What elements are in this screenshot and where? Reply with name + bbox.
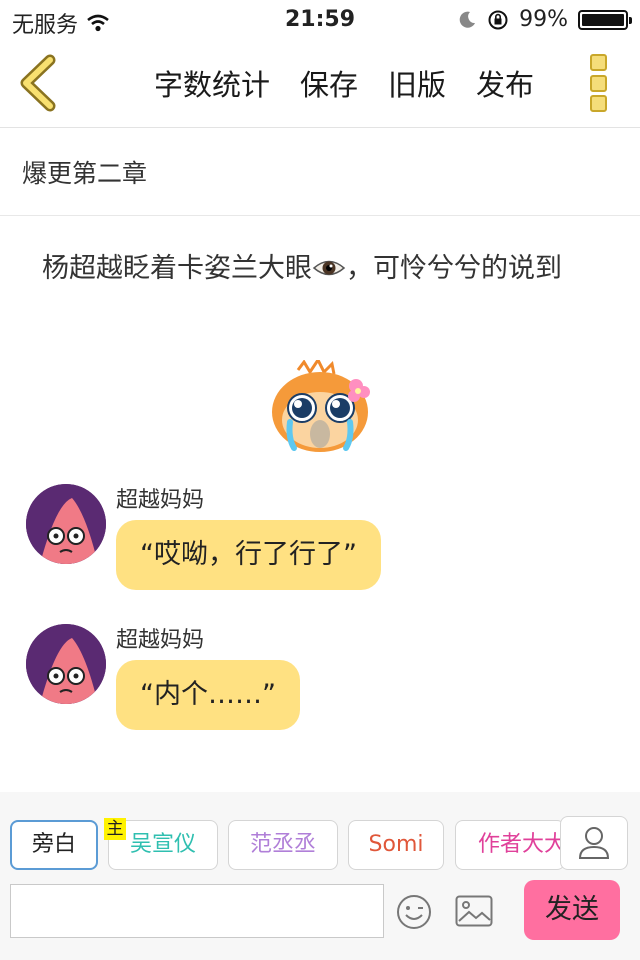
- narration-text[interactable]: 杨超越眨着卡姿兰大眼 ，可怜兮兮的说到: [42, 250, 602, 288]
- sender-name: 超越妈妈: [116, 488, 205, 513]
- old-version-button[interactable]: 旧版: [388, 62, 446, 104]
- nav-actions: 字数统计 保存 旧版 发布: [154, 62, 534, 104]
- moon-icon: [459, 11, 476, 28]
- dot: [590, 95, 607, 112]
- chevron-left-icon[interactable]: [14, 54, 66, 112]
- message-bubble[interactable]: “哎呦，行了行了”: [116, 520, 381, 590]
- crying-cute-sticker: [272, 360, 370, 452]
- battery-icon: [578, 9, 632, 30]
- orientation-lock-icon: [488, 10, 508, 29]
- publish-button[interactable]: 发布: [476, 62, 534, 104]
- avatar[interactable]: [26, 624, 106, 704]
- message-input[interactable]: [10, 884, 384, 938]
- chapter-header[interactable]: 爆更第二章: [0, 128, 640, 216]
- word-count-button[interactable]: 字数统计: [154, 62, 270, 104]
- vertical-dots-icon[interactable]: [590, 54, 612, 112]
- battery-percent: 99%: [519, 7, 568, 32]
- role-label: Somi: [368, 832, 424, 857]
- emoji-icon[interactable]: [396, 894, 432, 930]
- save-button[interactable]: 保存: [300, 62, 358, 104]
- role-tab-somi[interactable]: Somi: [348, 820, 444, 870]
- composer-panel: 旁白 吴宣仪 主 范丞丞 Somi 作者大大 发送: [0, 792, 640, 960]
- role-label: 旁白: [31, 832, 76, 857]
- nav-bar: 字数统计 保存 旧版 发布: [0, 40, 640, 128]
- dot: [590, 74, 607, 92]
- role-label: 范丞丞: [249, 832, 316, 857]
- status-right: 99%: [457, 7, 632, 32]
- role-tab-fan-chengcheng[interactable]: 范丞丞: [228, 820, 338, 870]
- role-label: 吴宣仪: [129, 832, 196, 857]
- narration-part-2: ，可怜兮兮的说到: [346, 253, 562, 284]
- dot: [590, 54, 607, 71]
- narration-part-1: 杨超越眨着卡姿兰大眼: [42, 253, 312, 284]
- status-bar: 无服务 21:59 99%: [0, 0, 640, 40]
- send-button[interactable]: 发送: [524, 880, 620, 940]
- role-label: 作者大大: [478, 832, 565, 857]
- role-tab-narrator[interactable]: 旁白: [10, 820, 98, 870]
- add-role-button[interactable]: [560, 816, 628, 870]
- user-icon: [578, 827, 610, 859]
- battery-fill: [582, 13, 624, 26]
- host-badge: 主: [104, 818, 126, 840]
- image-icon[interactable]: [455, 895, 493, 927]
- chapter-title: 爆更第二章: [22, 159, 148, 188]
- sender-name: 超越妈妈: [116, 628, 205, 653]
- message-bubble[interactable]: “内个……”: [116, 660, 300, 730]
- eye-icon: [312, 260, 346, 276]
- avatar[interactable]: [26, 484, 106, 564]
- role-tab-author[interactable]: 作者大大: [455, 820, 565, 870]
